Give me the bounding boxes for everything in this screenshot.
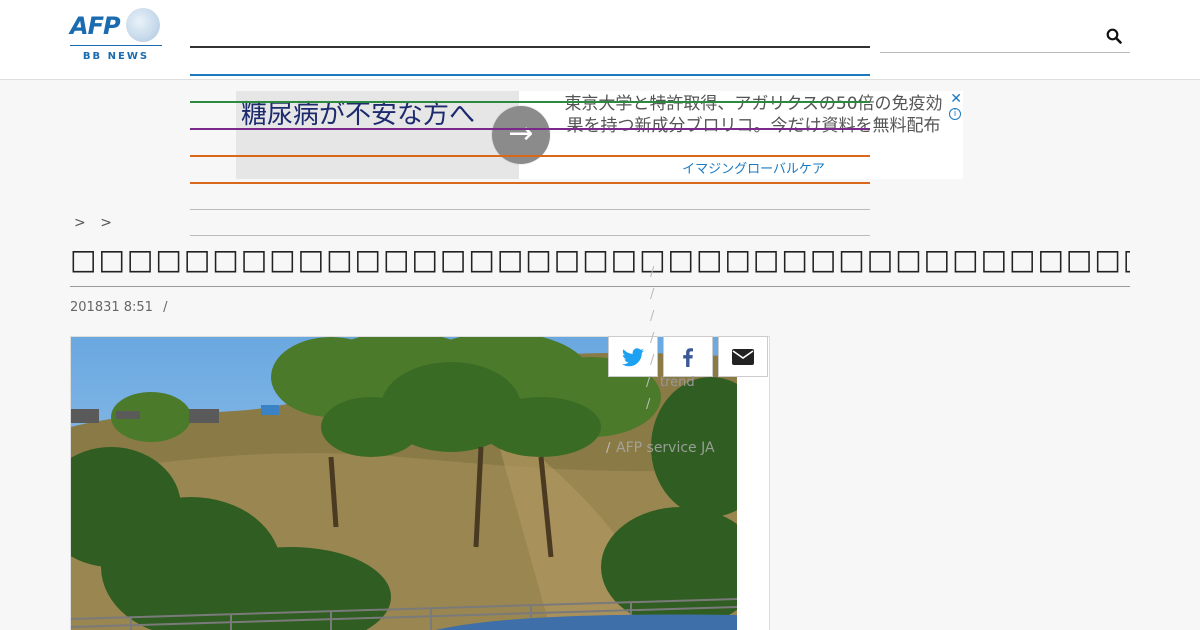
afp-bb-news-logo[interactable]: AFP BB NEWS xyxy=(70,8,162,66)
logo-divider xyxy=(70,45,162,46)
nav-bar-orange-2[interactable] xyxy=(190,182,870,184)
ghost-slash: / xyxy=(650,265,655,280)
article-title: □□□□□□□□□□□□□□□□□□□□□□□□□□□□□□□□□□□□□□ xyxy=(70,241,1130,287)
ghost-slash: / xyxy=(650,353,655,368)
nav-bar-blue[interactable] xyxy=(190,74,870,76)
close-icon[interactable]: ✕ xyxy=(950,92,962,106)
search-icon[interactable] xyxy=(1106,28,1122,44)
ad-copy[interactable]: 東京大学と特許取得、アガリクスの50倍の免疫効果を持つ新成分ブロリコ。今だけ資料… xyxy=(556,93,951,137)
logo-wordmark: AFP xyxy=(70,12,121,40)
search-input[interactable] xyxy=(880,20,1130,53)
ghost-slash: / xyxy=(646,375,651,390)
facebook-icon xyxy=(683,348,693,367)
breadcrumb: > > xyxy=(74,215,122,231)
article-photo[interactable] xyxy=(71,337,737,630)
photo-credit: AFP service JA xyxy=(616,440,715,456)
ghost-slash: / xyxy=(650,287,655,302)
globe-icon xyxy=(126,8,160,42)
nav-bar-purple[interactable] xyxy=(190,128,870,130)
nav-bar-orange[interactable] xyxy=(190,155,870,157)
mail-icon xyxy=(732,349,754,365)
ad-advertiser-link[interactable]: イマジングローバルケア xyxy=(556,158,951,177)
ghost-slash: / xyxy=(650,331,655,346)
breadcrumb-separator: > xyxy=(74,215,86,231)
advertisement[interactable]: 糖尿病が不安な方へ → 東京大学と特許取得、アガリクスの50倍の免疫効果を持つ新… xyxy=(236,91,963,179)
ad-headline[interactable]: 糖尿病が不安な方へ xyxy=(241,99,491,131)
forest-hillside-image xyxy=(71,337,737,630)
nav-divider-2 xyxy=(190,235,870,236)
meta-separator: / xyxy=(163,300,168,315)
twitter-icon xyxy=(622,348,644,367)
breadcrumb-separator: > xyxy=(100,215,112,231)
nav-bar-main[interactable] xyxy=(190,46,870,48)
logo-subtitle: BB NEWS xyxy=(82,51,150,62)
ghost-slash: / xyxy=(646,397,651,412)
ghost-slash: / xyxy=(650,309,655,324)
nav-divider xyxy=(190,209,870,210)
trend-label: trend xyxy=(660,375,695,390)
ad-headline-panel[interactable]: 糖尿病が不安な方へ xyxy=(236,91,519,179)
site-header: AFP BB NEWS xyxy=(0,0,1200,80)
article-meta: 201831 8:51 / xyxy=(70,300,167,315)
article-date: 201831 8:51 xyxy=(70,300,153,315)
ghost-slash: / xyxy=(606,441,611,456)
email-share-button[interactable] xyxy=(718,336,768,377)
info-icon[interactable]: i xyxy=(949,108,961,120)
nav-bar-green[interactable] xyxy=(190,101,870,103)
facebook-share-button[interactable] xyxy=(663,336,713,377)
